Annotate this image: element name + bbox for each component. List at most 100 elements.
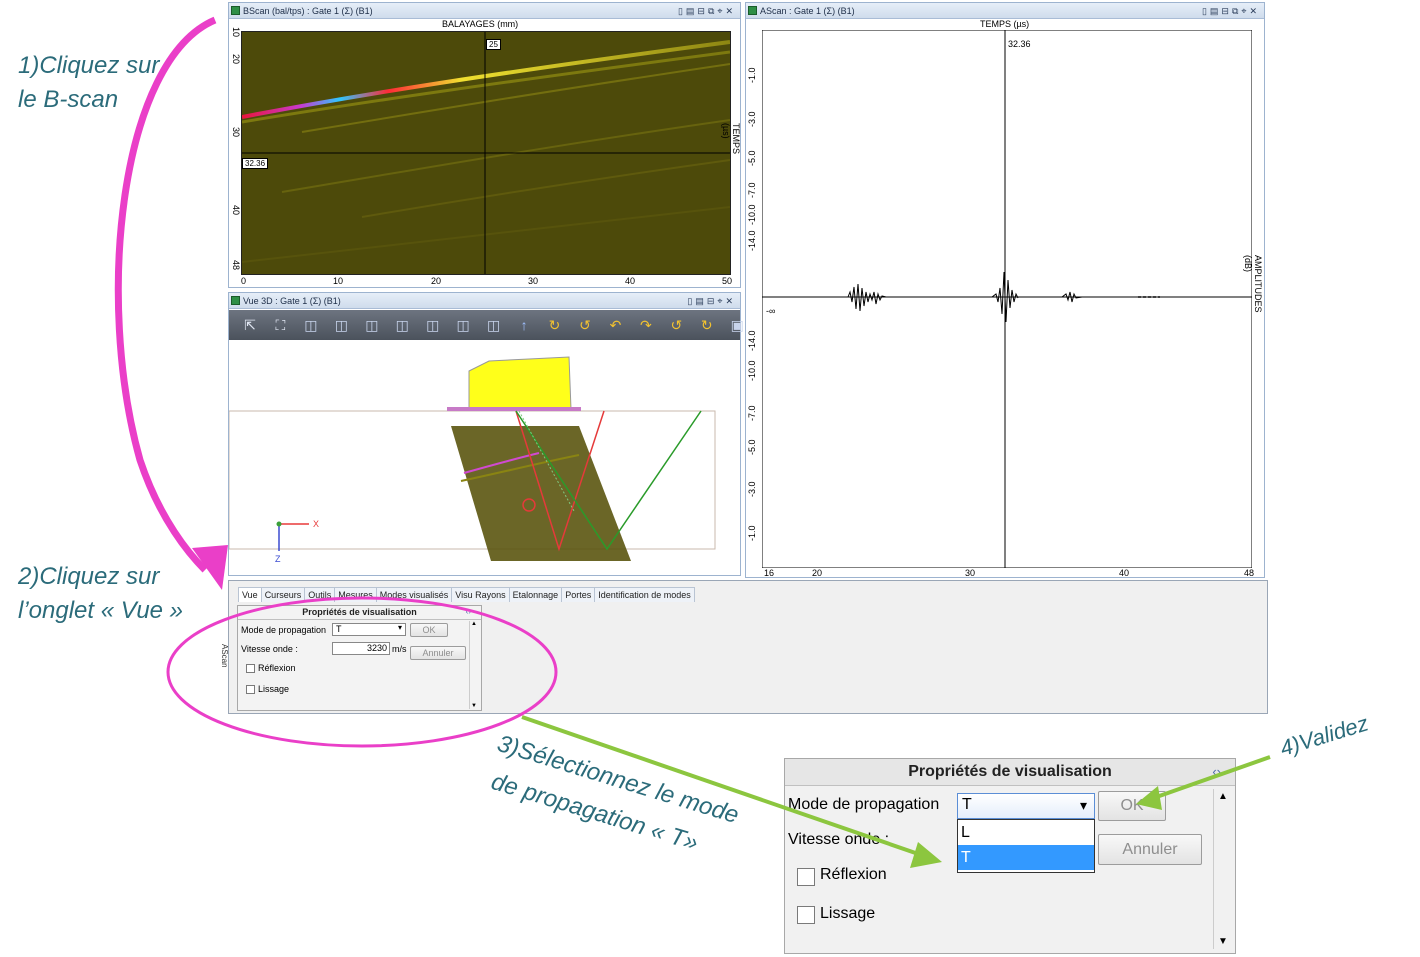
pointer-icon[interactable]: ⇱	[239, 314, 261, 336]
bscan-x-tick: 30	[528, 276, 539, 286]
vue3d-window[interactable]: Vue 3D : Gate 1 (Σ) (B1) ▯▤⊟⌖✕ ⇱ ⛶ ◫ ◫ ◫…	[228, 292, 805, 576]
rotate-3-icon[interactable]: ↶	[604, 314, 626, 336]
bscan-plot[interactable]: 25 32.36	[241, 31, 731, 275]
side-label: AScan	[220, 644, 229, 668]
rotate-5-icon[interactable]: ↺	[665, 314, 687, 336]
props-zoom-ok-button[interactable]: OK	[1098, 791, 1166, 821]
dropdown-option-l[interactable]: L	[958, 820, 1094, 845]
chevron-down-icon: ▾	[397, 623, 402, 632]
tab-portes[interactable]: Portes	[561, 587, 596, 602]
ascan-y-tick: -14.0	[747, 230, 757, 251]
props-small-scrollbar[interactable]: ▲ ▼	[469, 621, 479, 709]
annotation-step2-line2: l’onglet « Vue »	[18, 597, 184, 624]
scroll-down-icon[interactable]: ▼	[471, 703, 477, 709]
props-small-mode-label: Mode de propagation	[241, 625, 327, 635]
bscan-y-tick: 48	[231, 260, 241, 271]
tab-outils[interactable]: Outils	[304, 587, 336, 602]
props-small-speed-unit: m/s	[392, 644, 407, 654]
props-zoom-mode-label: Mode de propagation	[788, 796, 940, 813]
ascan-y-tick: -7.0	[747, 182, 757, 198]
bscan-x-tick: 0	[241, 276, 247, 286]
ascan-window[interactable]: AScan : Gate 1 (Σ) (B1) ▯▤⊟⧉⌖✕ TEMPS (µs…	[745, 2, 1265, 578]
props-small-cancel-button[interactable]: Annuler	[410, 646, 466, 660]
bscan-cursor-y-label: 32.36	[242, 158, 269, 169]
tab-mesures[interactable]: Mesures	[334, 587, 377, 602]
ascan-y-tick: -10.0	[747, 204, 757, 225]
props-zoom-cancel-button[interactable]: Annuler	[1098, 834, 1202, 865]
arrow-up-icon[interactable]: ↑	[513, 314, 535, 336]
tab-curseurs[interactable]: Curseurs	[260, 587, 306, 602]
window-controls-icon[interactable]: ▯▤⊟⧉⌖✕	[678, 3, 736, 19]
ascan-x-tick: 48	[1244, 568, 1255, 578]
bscan-titlebar[interactable]: BScan (bal/tps) : Gate 1 (Σ) (B1) ▯▤⊟⧉⌖✕	[229, 3, 740, 19]
scroll-up-icon[interactable]: ▲	[1218, 791, 1228, 802]
vue3d-toolbar: ⇱ ⛶ ◫ ◫ ◫ ◫ ◫ ◫ ◫ ↑ ↻ ↺ ↶ ↷ ↺ ↻ ▣ ▣ ▣	[229, 310, 805, 340]
props-small-ok-button[interactable]: OK	[410, 623, 448, 637]
tab-visu-rayons[interactable]: Visu Rayons	[451, 587, 510, 602]
window-controls-icon[interactable]: ▯▤⊟⧉⌖✕	[1202, 3, 1260, 19]
bscan-echoes	[242, 32, 730, 274]
ascan-right-axis-title: AMPLITUDES (dB)	[1243, 255, 1263, 313]
vue3d-scene[interactable]	[229, 341, 740, 575]
tab-etalonnage[interactable]: Etalonnage	[508, 587, 563, 602]
ascan-y-tick: -3.0	[747, 481, 757, 497]
cube-front-icon[interactable]: ◫	[300, 314, 322, 336]
props-panel-small: Propriétés de visualisation ‹› Mode de p…	[237, 605, 482, 711]
ascan-y-tick: -5.0	[747, 150, 757, 166]
bscan-x-axis-title: BALAYAGES (mm)	[442, 19, 519, 29]
rotate-4-icon[interactable]: ↷	[635, 314, 657, 336]
props-panel-zoom: Propriétés de visualisation ‹› Mode de p…	[784, 758, 1236, 954]
props-small-reflexion-checkbox[interactable]	[246, 664, 255, 673]
cube-iso-icon[interactable]: ◫	[483, 314, 505, 336]
bscan-title: BScan (bal/tps) : Gate 1 (Σ) (B1)	[243, 6, 373, 16]
tab-vue[interactable]: Vue	[238, 587, 262, 602]
bscan-y-axis-title: TEMPS (µs)	[721, 123, 741, 155]
ascan-title: AScan : Gate 1 (Σ) (B1)	[760, 6, 855, 16]
cube-back-icon[interactable]: ◫	[330, 314, 352, 336]
ascan-x-tick: 40	[1119, 568, 1130, 578]
dropdown-option-t[interactable]: T	[958, 845, 1094, 870]
props-zoom-reflexion-checkbox[interactable]	[797, 868, 815, 886]
annotation-step1-line1: 1)Cliquez sur	[18, 52, 160, 79]
bscan-y-tick: 30	[231, 127, 241, 138]
fit-icon[interactable]: ⛶	[269, 314, 291, 336]
props-small-speed-label: Vitesse onde :	[241, 644, 298, 654]
props-small-speed-field[interactable]: 3230	[332, 642, 390, 655]
props-zoom-speed-label: Vitesse onde :	[788, 831, 890, 848]
cube-top-icon[interactable]: ◫	[422, 314, 444, 336]
ascan-window-icon	[748, 6, 757, 15]
rotate-2-icon[interactable]: ↺	[574, 314, 596, 336]
props-small-mode-value: T	[336, 624, 342, 634]
tab-modes-visualises[interactable]: Modes visualisés	[375, 587, 453, 602]
vue3d-title: Vue 3D : Gate 1 (Σ) (B1)	[243, 296, 341, 306]
cube-bottom-icon[interactable]: ◫	[452, 314, 474, 336]
ascan-y-tick: -10.0	[747, 360, 757, 381]
cube-left-icon[interactable]: ◫	[361, 314, 383, 336]
bscan-window[interactable]: BScan (bal/tps) : Gate 1 (Σ) (B1) ▯▤⊟⧉⌖✕…	[228, 2, 741, 288]
annotation-step2-line1: 2)Cliquez sur	[18, 563, 160, 590]
collapse-icon[interactable]: ‹›	[1212, 764, 1221, 779]
props-zoom-scrollbar[interactable]: ▲ ▼	[1213, 789, 1232, 949]
rotate-1-icon[interactable]: ↻	[544, 314, 566, 336]
props-zoom-mode-select[interactable]: T ▾	[957, 793, 1095, 819]
ascan-x-tick: 30	[965, 568, 976, 578]
scroll-up-icon[interactable]: ▲	[471, 621, 477, 627]
ascan-y-tick: -3.0	[747, 111, 757, 127]
vue3d-axis-x-label: X	[313, 519, 320, 529]
tab-identification-de-modes[interactable]: Identification de modes	[594, 587, 695, 602]
window-controls-icon[interactable]: ▯▤⊟⌖✕	[687, 293, 736, 309]
ascan-titlebar[interactable]: AScan : Gate 1 (Σ) (B1) ▯▤⊟⧉⌖✕	[746, 3, 1264, 19]
props-zoom-title: Propriétés de visualisation	[785, 759, 1235, 786]
ascan-y-tick: -5.0	[747, 439, 757, 455]
props-small-lissage-checkbox[interactable]	[246, 685, 255, 694]
cube-right-icon[interactable]: ◫	[391, 314, 413, 336]
bscan-y-tick: 40	[231, 205, 241, 216]
props-small-reflexion-label: Réflexion	[258, 663, 296, 673]
scroll-down-icon[interactable]: ▼	[1218, 936, 1228, 947]
rotate-6-icon[interactable]: ↻	[696, 314, 718, 336]
props-small-mode-select[interactable]: T ▾	[332, 623, 406, 636]
props-zoom-lissage-checkbox[interactable]	[797, 906, 815, 924]
vue3d-titlebar[interactable]: Vue 3D : Gate 1 (Σ) (B1) ▯▤⊟⌖✕	[229, 293, 740, 309]
collapse-icon[interactable]: ‹›	[466, 607, 471, 616]
ascan-plot[interactable]	[762, 30, 1252, 568]
